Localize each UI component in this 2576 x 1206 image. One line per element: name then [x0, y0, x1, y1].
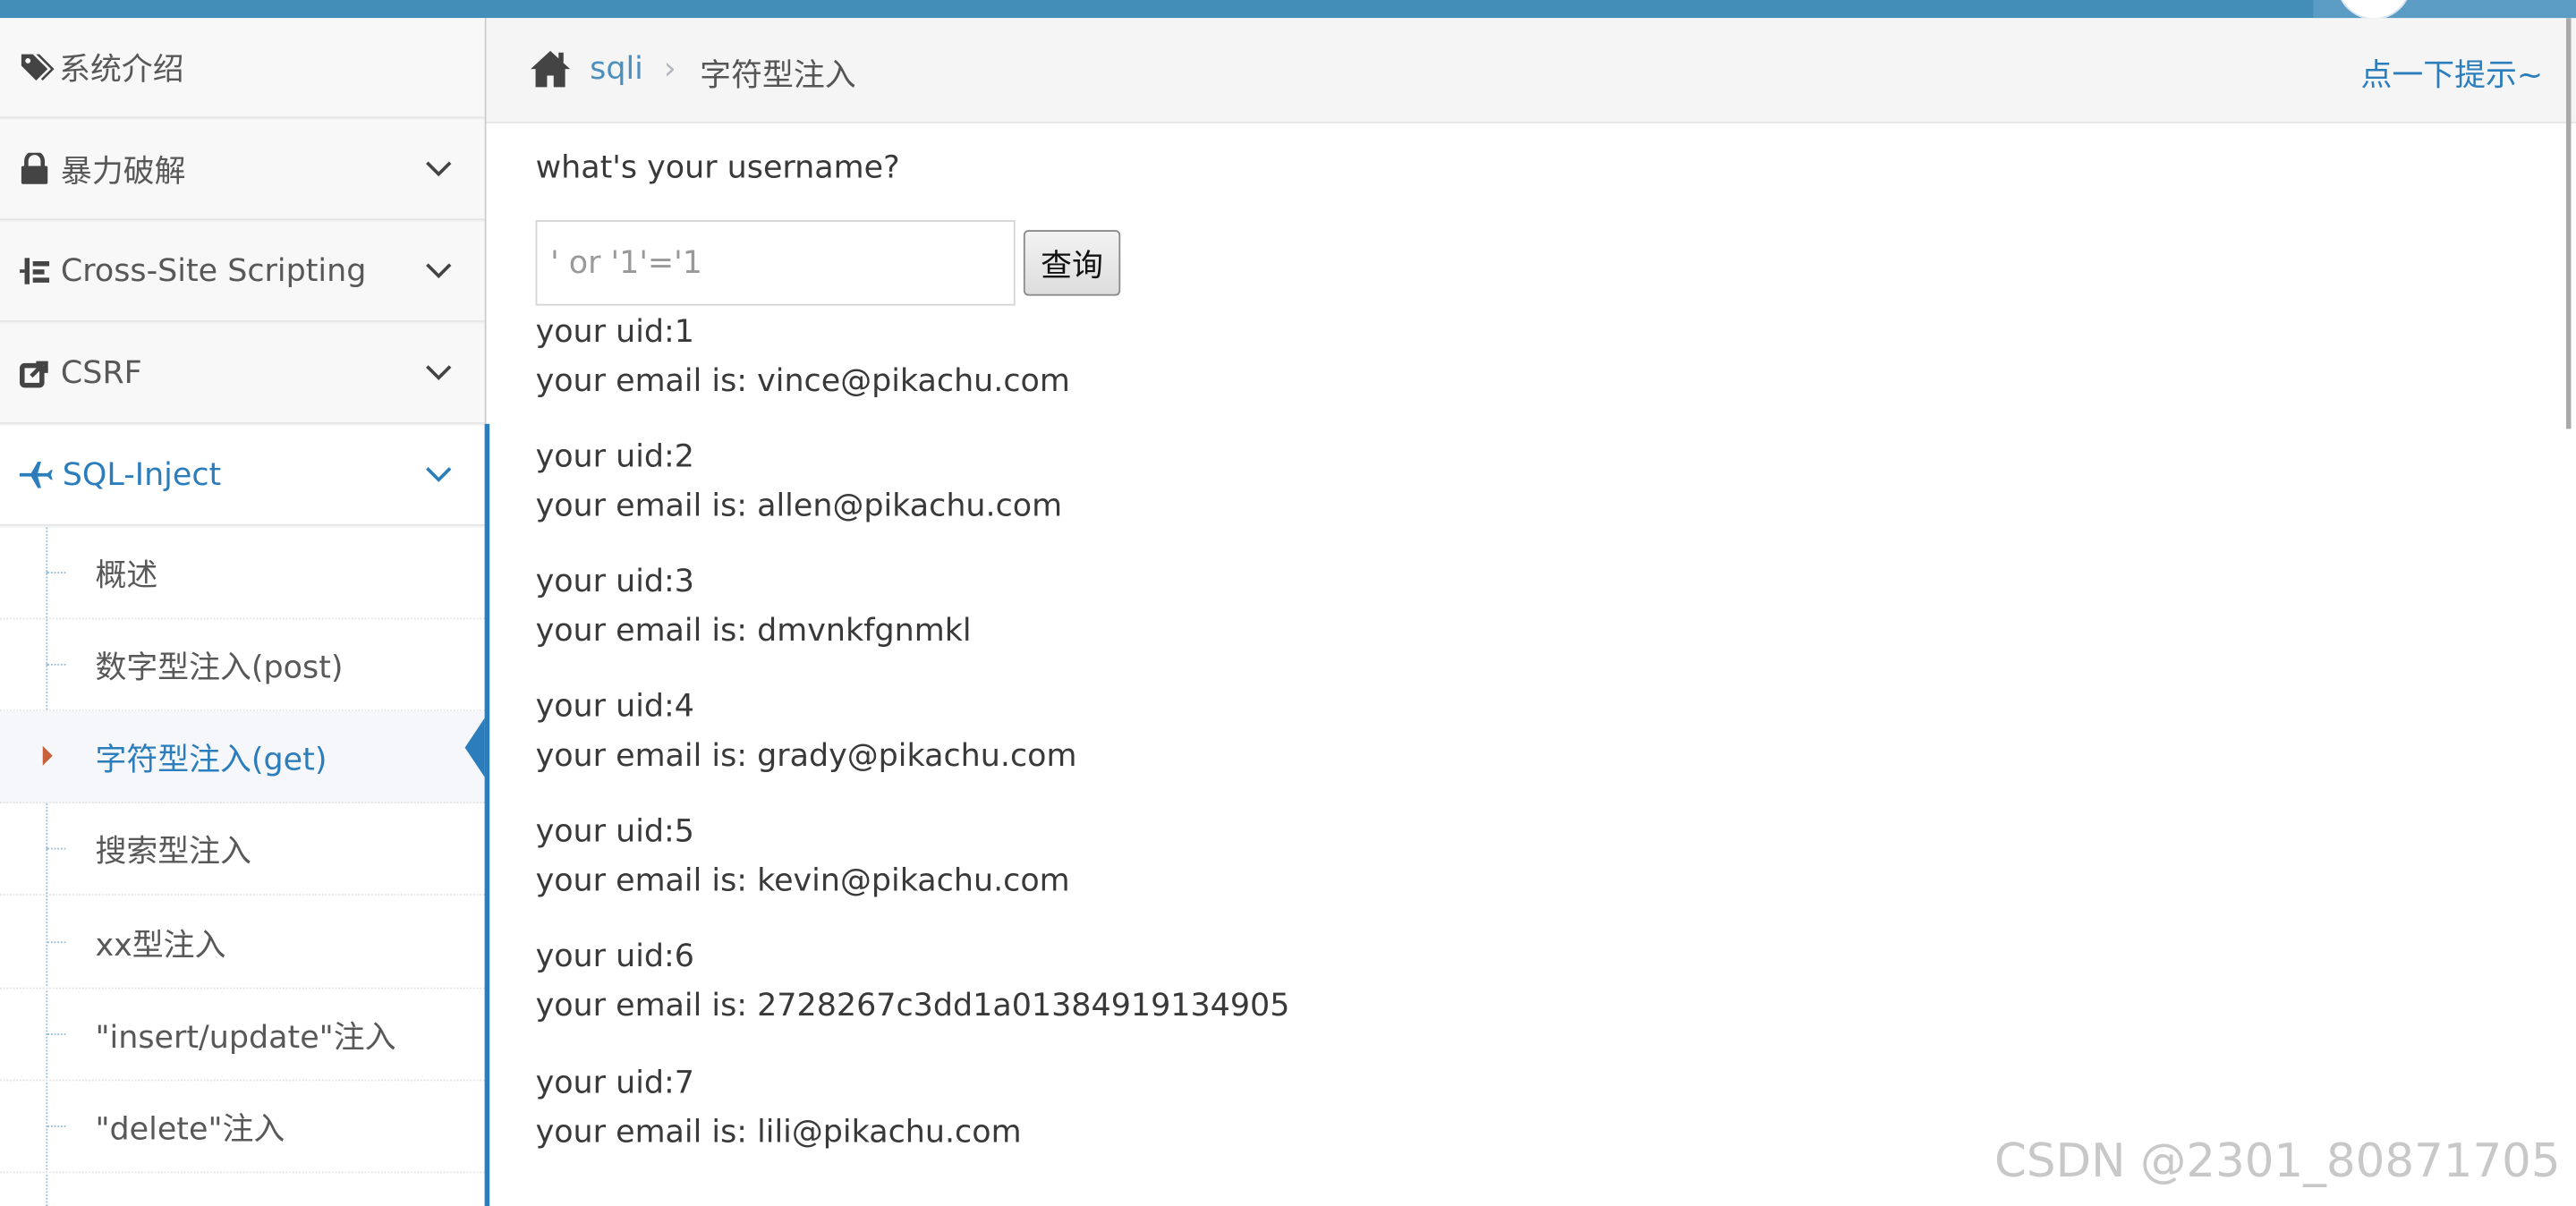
plane-icon	[20, 462, 53, 488]
result-email: your email is: vince@pikachu.com	[535, 362, 1070, 400]
submenu-item-label: 概述	[95, 556, 158, 593]
chevron-down-icon[interactable]	[426, 263, 452, 279]
caret-right-icon	[42, 745, 53, 766]
breadcrumb-current: 字符型注入	[700, 57, 856, 94]
watermark: CSDN @2301_80871705	[1994, 1134, 2561, 1188]
sidebar-item-label: 系统介绍	[59, 51, 184, 89]
chevron-down-icon[interactable]	[426, 365, 452, 381]
result-email: your email is: allen@pikachu.com	[535, 488, 1063, 524]
active-pointer	[464, 718, 485, 777]
breadcrumb: sqli › 字符型注入 点一下提示~	[486, 18, 2576, 123]
result-uid: your uid:2	[535, 438, 695, 475]
tags-icon	[21, 54, 55, 81]
submenu-sql-inject: 概述 数字型注入(post) 字符型注入(get) 搜索型注入 xx型注入 "i…	[0, 527, 485, 1206]
result-uid: your uid:5	[535, 813, 695, 850]
username-input[interactable]	[535, 220, 1016, 306]
chevron-down-icon[interactable]	[426, 161, 452, 177]
result-uid: your uid:7	[535, 1065, 695, 1101]
main-content: what's your username? 查询 your uid:1 your…	[486, 125, 2566, 1206]
top-navbar	[0, 0, 2576, 21]
lock-icon	[21, 152, 48, 184]
user-avatar-area[interactable]	[2313, 0, 2576, 21]
submenu-item-numeric-post[interactable]: 数字型注入(post)	[0, 619, 485, 712]
chevron-down-icon[interactable]	[426, 467, 452, 483]
result-email: your email is: lili@pikachu.com	[535, 1114, 1022, 1151]
sidebar-item-sql-inject[interactable]: SQL-Inject	[0, 425, 485, 526]
result-email: your email is: kevin@pikachu.com	[535, 862, 1070, 899]
result-uid: your uid:4	[535, 688, 695, 725]
submenu-item-label: 数字型注入(post)	[95, 649, 344, 685]
sidebar-item-brute-force[interactable]: 暴力破解	[0, 120, 485, 221]
avatar[interactable]	[2335, 0, 2412, 21]
sidebar-item-label: SQL-Inject	[62, 456, 222, 493]
sidebar-item-label: Cross-Site Scripting	[60, 252, 367, 290]
query-button[interactable]: 查询	[1023, 230, 1121, 296]
submenu-item-xx[interactable]: xx型注入	[0, 897, 485, 989]
share-square-icon	[20, 361, 48, 388]
sidebar-item-intro[interactable]: 系统介绍	[0, 18, 485, 119]
result-email: your email is: dmvnkfgnmkl	[535, 613, 972, 650]
submenu-item-label: xx型注入	[95, 926, 226, 964]
result-email: your email is: 2728267c3dd1a013849191349…	[535, 987, 1290, 1024]
submenu-item-label: 字符型注入(get)	[95, 741, 327, 777]
breadcrumb-separator: ›	[663, 50, 676, 88]
home-icon[interactable]	[529, 47, 572, 90]
submenu-item-label: "insert/update"注入	[95, 1018, 396, 1056]
submenu-item-delete[interactable]: "delete"注入	[0, 1081, 485, 1174]
result-uid: your uid:1	[535, 313, 695, 351]
scrollbar[interactable]	[2565, 18, 2572, 429]
submenu-item-label: 搜索型注入	[95, 833, 251, 870]
result-uid: your uid:6	[535, 938, 695, 975]
list-tree-icon	[20, 258, 50, 285]
sidebar-item-csrf[interactable]: CSRF	[0, 323, 485, 424]
submenu-item-label: "delete"注入	[95, 1110, 285, 1147]
submenu-item-insert-update[interactable]: "insert/update"注入	[0, 989, 485, 1082]
hint-link[interactable]: 点一下提示~	[2360, 51, 2543, 96]
username-prompt: what's your username?	[535, 149, 900, 186]
result-uid: your uid:3	[535, 563, 695, 600]
sidebar-item-xss[interactable]: Cross-Site Scripting	[0, 221, 485, 322]
submenu-item-search[interactable]: 搜索型注入	[0, 803, 485, 896]
sidebar-item-label: CSRF	[60, 354, 142, 392]
sidebar-item-label: 暴力破解	[60, 153, 186, 191]
submenu-item-string-get[interactable]: 字符型注入(get)	[0, 711, 485, 804]
result-email: your email is: grady@pikachu.com	[535, 737, 1077, 774]
submenu-item-overview[interactable]: 概述	[0, 528, 485, 620]
breadcrumb-link-sqli[interactable]: sqli	[590, 51, 643, 87]
